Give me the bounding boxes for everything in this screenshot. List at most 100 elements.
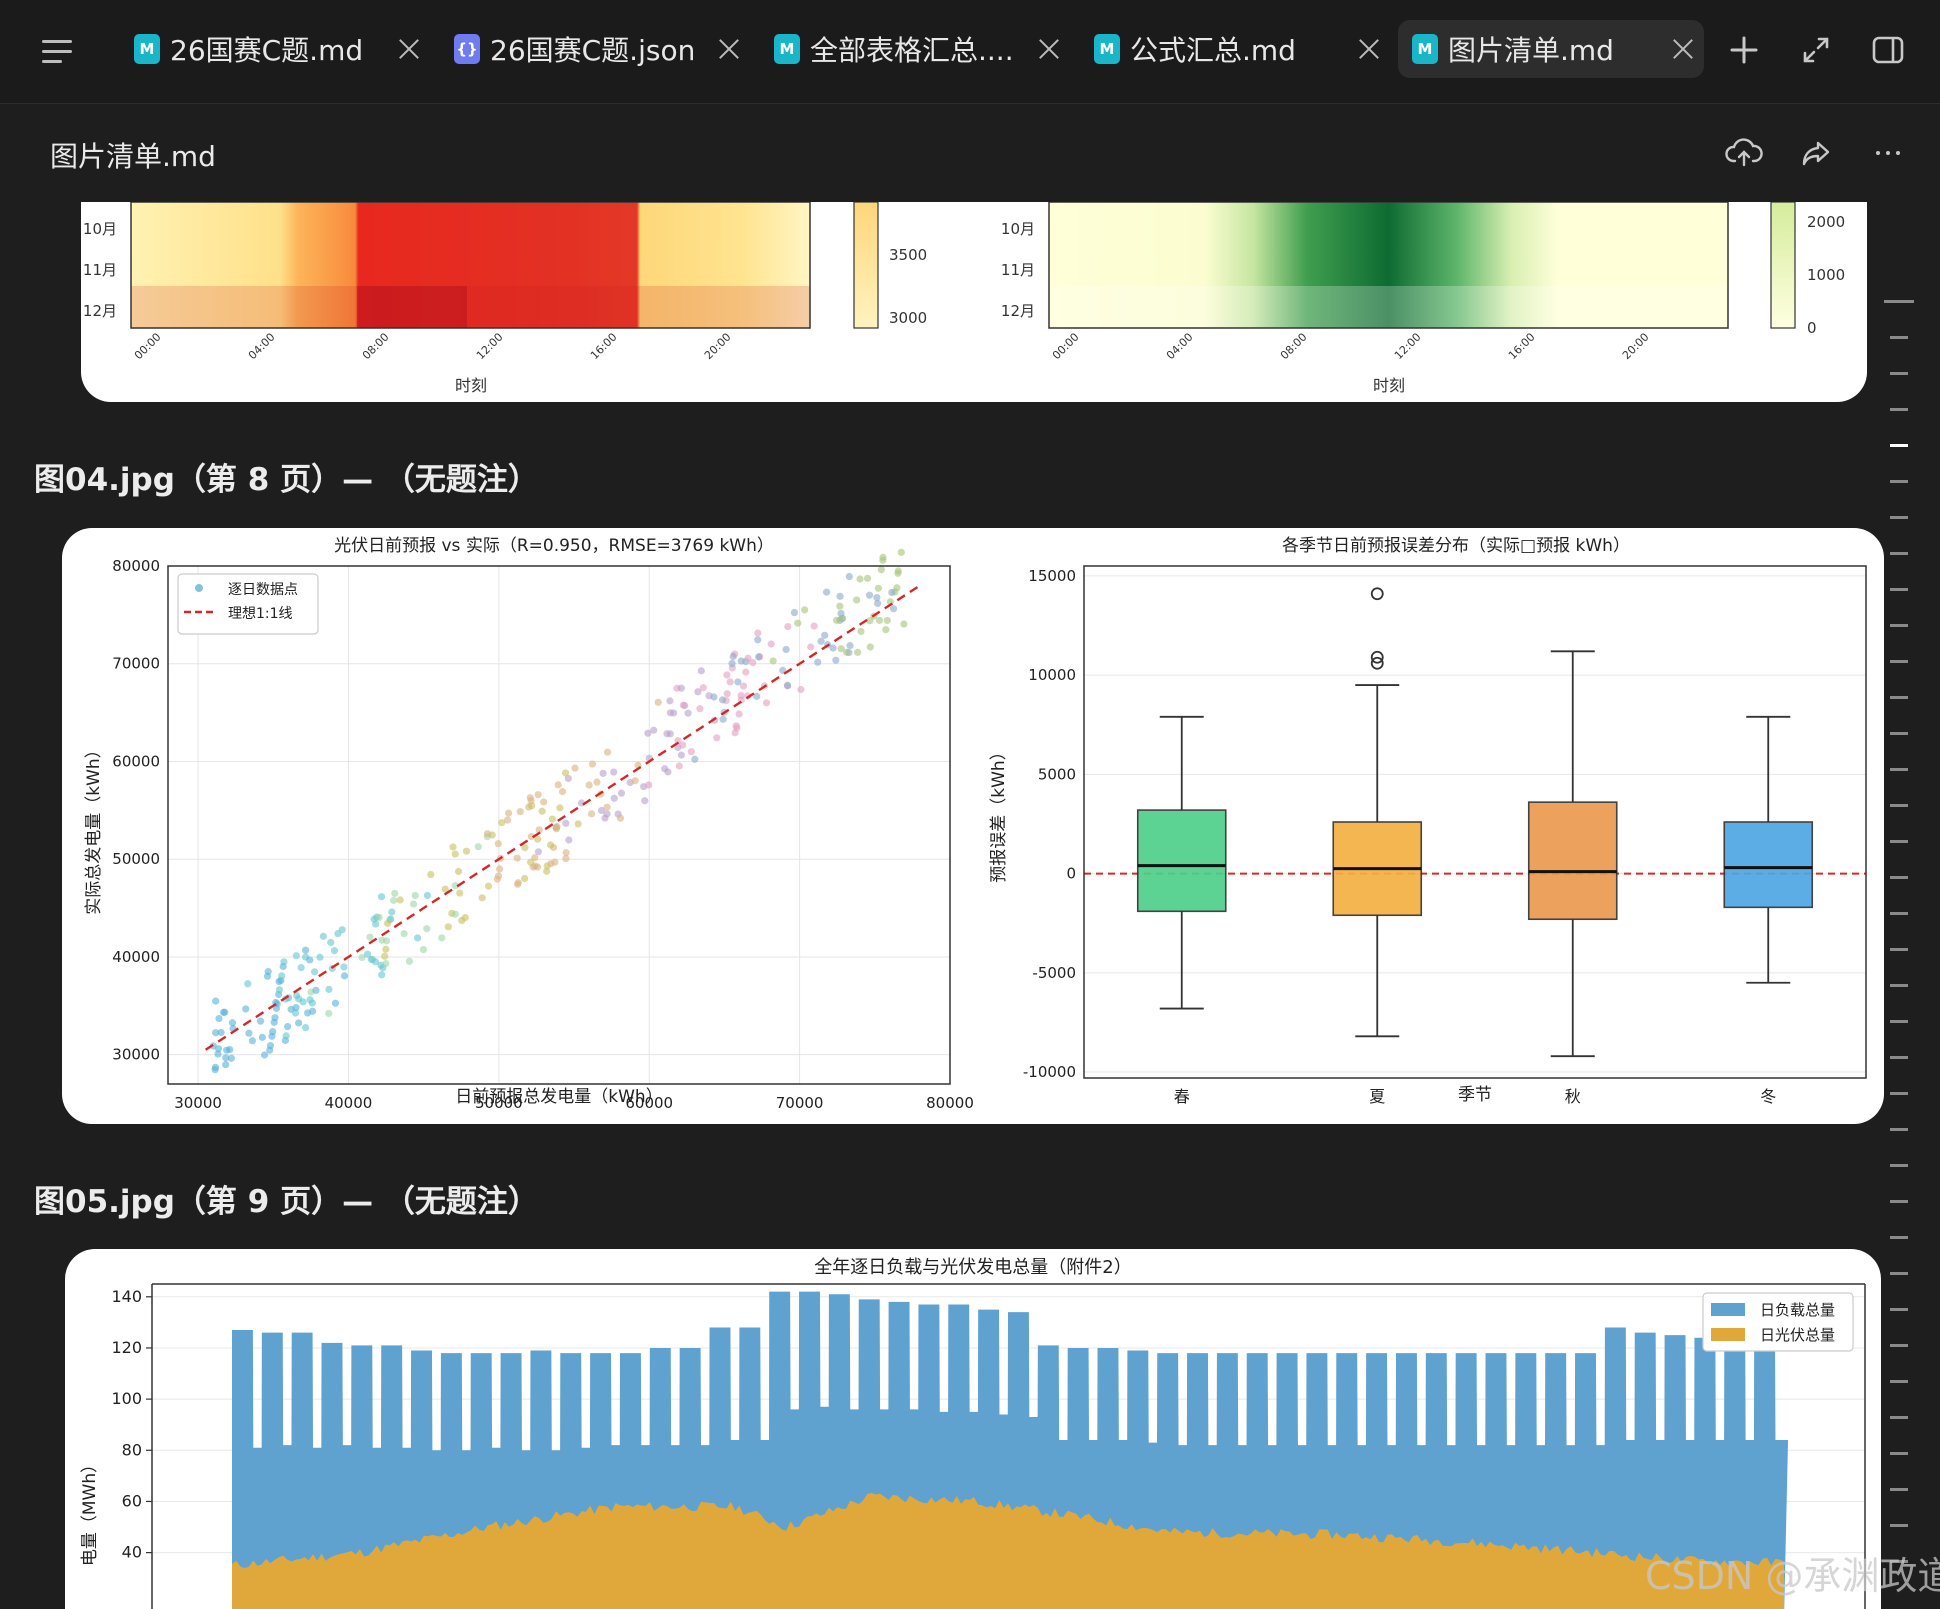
scroll-marker[interactable]: [1890, 1524, 1908, 1527]
scatter-point: [677, 684, 685, 692]
scroll-marker[interactable]: [1890, 840, 1908, 843]
scroll-marker[interactable]: [1890, 588, 1908, 591]
menu-icon[interactable]: [40, 34, 76, 70]
scatter-point: [456, 889, 464, 897]
scroll-marker[interactable]: [1890, 1164, 1908, 1167]
scroll-marker[interactable]: [1890, 1056, 1908, 1059]
legend-label: 日负载总量: [1760, 1301, 1835, 1319]
scatter-point: [212, 997, 220, 1005]
scatter-point: [211, 1063, 220, 1071]
scroll-marker[interactable]: [1890, 984, 1908, 987]
scatter-point: [687, 748, 695, 756]
scatter-point: [874, 584, 882, 592]
scroll-minimap[interactable]: [1884, 300, 1924, 1600]
scroll-marker[interactable]: [1890, 876, 1908, 879]
cloud-upload-icon[interactable]: [1724, 133, 1764, 173]
scatter-point: [728, 659, 736, 668]
scatter-point: [900, 620, 908, 628]
scroll-marker[interactable]: [1890, 552, 1908, 555]
scroll-marker[interactable]: [1890, 408, 1908, 411]
scroll-marker[interactable]: [1890, 372, 1908, 375]
scroll-marker[interactable]: [1890, 624, 1908, 627]
boxplot-box: [1723, 821, 1814, 909]
scatter-point: [742, 668, 750, 676]
scatter-point: [754, 629, 762, 637]
scatter-point: [278, 972, 286, 980]
scroll-marker[interactable]: [1890, 1200, 1908, 1203]
tab-label: 26国赛C题.json: [490, 34, 696, 67]
share-icon[interactable]: [1796, 133, 1836, 173]
scatter-point: [837, 615, 846, 623]
tab-26c-json[interactable]: {} 26国赛C题.json: [440, 20, 750, 78]
heatmap-y-label: 10月: [83, 220, 117, 238]
scatter-x-tick: 30000: [174, 1094, 222, 1112]
markdown-file-icon: M: [134, 34, 160, 64]
scatter-point: [302, 946, 310, 954]
close-icon[interactable]: [1668, 34, 1698, 64]
scroll-marker[interactable]: [1890, 1020, 1908, 1023]
load-colorbar: [853, 202, 879, 329]
scroll-marker[interactable]: [1890, 1416, 1908, 1419]
tab-formulas[interactable]: M 公式汇总.md: [1080, 20, 1390, 78]
scroll-marker[interactable]: [1890, 1380, 1908, 1383]
scroll-marker[interactable]: [1884, 300, 1914, 303]
scroll-marker[interactable]: [1890, 1308, 1908, 1311]
plus-icon[interactable]: [1724, 30, 1764, 70]
scroll-marker[interactable]: [1890, 1344, 1908, 1347]
scatter-point: [538, 807, 546, 815]
close-icon[interactable]: [1034, 34, 1064, 64]
scroll-marker[interactable]: [1890, 732, 1908, 735]
scatter-point: [438, 934, 446, 942]
scroll-marker[interactable]: [1890, 336, 1908, 339]
scatter-point: [794, 619, 802, 627]
tab-26c-md[interactable]: M 26国赛C题.md: [120, 20, 430, 78]
scatter-point: [744, 654, 752, 662]
scatter-point: [846, 641, 854, 650]
scatter-point: [729, 652, 737, 661]
scroll-marker[interactable]: [1890, 516, 1908, 519]
scatter-point: [762, 699, 771, 707]
scatter-point: [338, 926, 346, 934]
scatter-point: [888, 588, 896, 597]
close-icon[interactable]: [1354, 34, 1384, 64]
scatter-point: [571, 764, 579, 772]
scroll-marker[interactable]: [1890, 1488, 1908, 1491]
scroll-marker[interactable]: [1890, 1128, 1908, 1131]
sidebar-toggle-icon[interactable]: [1868, 30, 1908, 70]
heatmap-x-tick: 08:00: [1278, 331, 1310, 363]
scroll-marker[interactable]: [1890, 948, 1908, 951]
scroll-marker[interactable]: [1890, 768, 1908, 771]
scatter-point: [280, 958, 288, 966]
scatter-point: [527, 796, 535, 805]
scatter-point: [769, 657, 777, 665]
scroll-marker[interactable]: [1890, 444, 1908, 447]
scroll-marker[interactable]: [1890, 660, 1908, 663]
scroll-marker[interactable]: [1890, 1092, 1908, 1095]
tab-all-tables[interactable]: M 全部表格汇总....: [760, 20, 1070, 78]
close-icon[interactable]: [714, 34, 744, 64]
close-icon[interactable]: [394, 34, 424, 64]
scatter-point: [496, 865, 504, 873]
more-options-icon[interactable]: [1868, 133, 1908, 173]
scatter-point: [222, 1061, 230, 1069]
scatter-point: [603, 803, 611, 811]
scroll-marker[interactable]: [1890, 1272, 1908, 1275]
scatter-point: [409, 900, 418, 908]
tab-label: 公式汇总.md: [1130, 34, 1296, 67]
scatter-point: [310, 968, 319, 976]
scroll-marker[interactable]: [1890, 1452, 1908, 1455]
area-y-tick: 40: [122, 1543, 142, 1562]
tab-image-list[interactable]: M 图片清单.md: [1398, 20, 1704, 78]
scroll-marker[interactable]: [1890, 1236, 1908, 1239]
scatter-point: [845, 572, 853, 581]
scatter-y-tick: 60000: [112, 752, 160, 770]
scroll-marker[interactable]: [1890, 804, 1908, 807]
scroll-marker[interactable]: [1890, 912, 1908, 915]
scatter-point: [617, 789, 626, 797]
expand-icon[interactable]: [1796, 30, 1836, 70]
scatter-point: [894, 567, 902, 575]
scroll-marker[interactable]: [1890, 696, 1908, 699]
scatter-point: [810, 622, 818, 630]
scroll-marker[interactable]: [1890, 480, 1908, 483]
scatter-point: [679, 701, 687, 709]
